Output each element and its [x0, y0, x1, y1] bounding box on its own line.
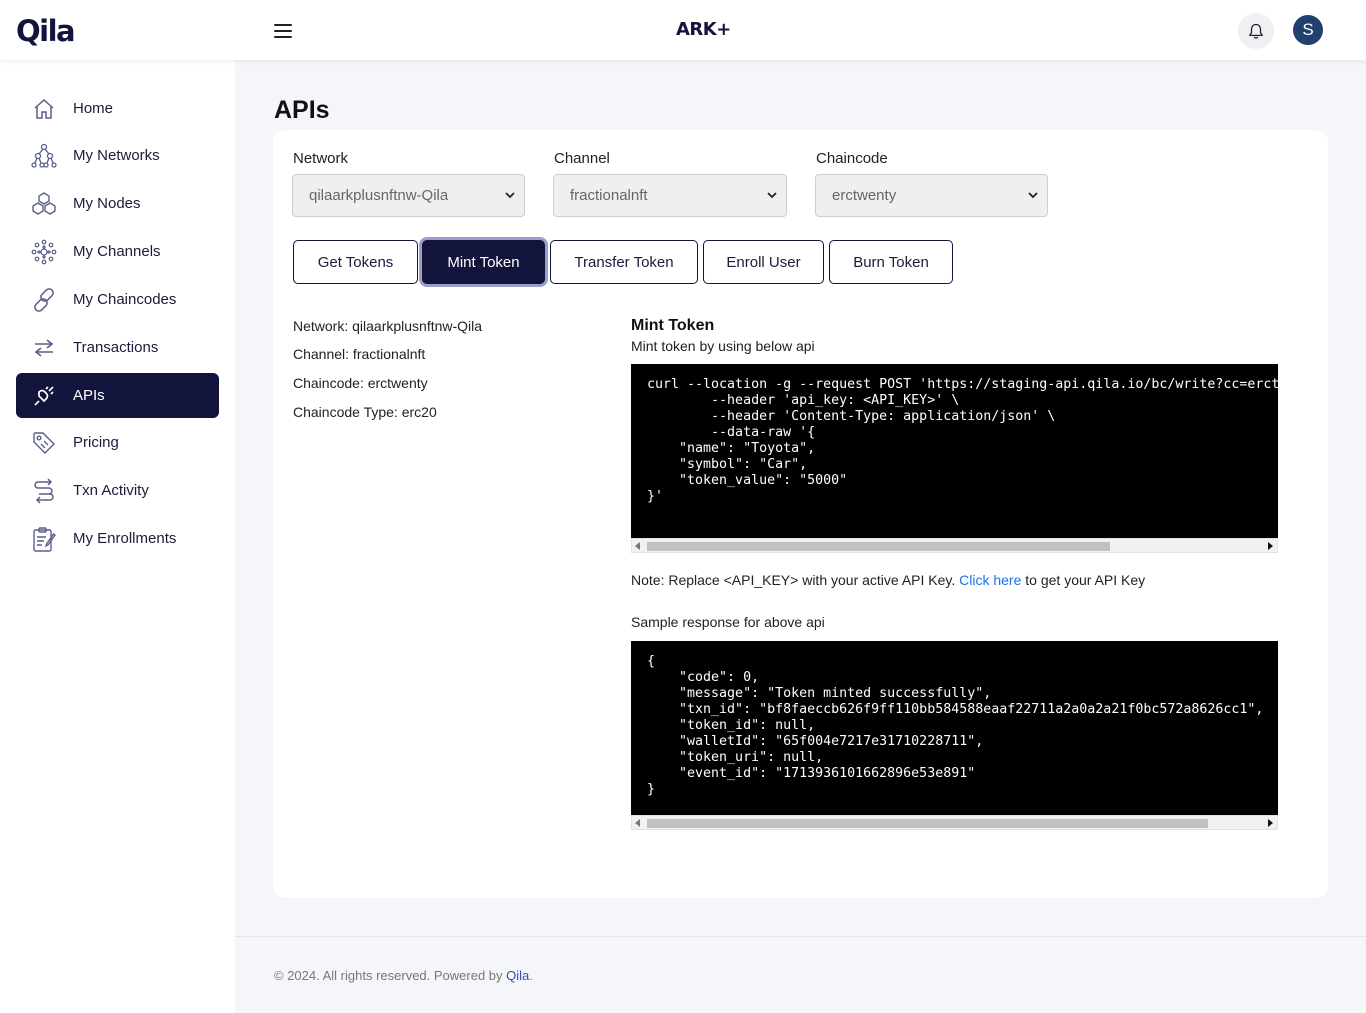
network-label: Network	[293, 150, 349, 167]
sidebar-item-my-networks[interactable]: My Networks	[16, 133, 219, 178]
mint-token-button[interactable]: Mint Token	[422, 240, 545, 284]
qila-logo[interactable]: Qila	[16, 15, 76, 47]
plug-icon	[30, 382, 58, 410]
sidebar-item-label: Pricing	[73, 434, 119, 451]
sidebar-item-label: Home	[73, 100, 114, 117]
info-chaincode-type: Chaincode Type: erc20	[293, 404, 437, 420]
response-code-block[interactable]: { "code": 0, "message": "Token minted su…	[631, 641, 1278, 815]
scroll-right-arrow-icon[interactable]	[1268, 542, 1273, 550]
request-code-scrollbar[interactable]	[631, 538, 1278, 553]
scrollbar-thumb[interactable]	[647, 819, 1208, 828]
chaincode-label: Chaincode	[816, 150, 888, 167]
sidebar-item-label: Transactions	[73, 339, 159, 356]
price-tag-icon	[30, 429, 58, 457]
user-avatar[interactable]: S	[1293, 15, 1323, 45]
chain-link-icon	[30, 286, 58, 314]
sidebar-item-label: Txn Activity	[73, 482, 149, 499]
clipboard-icon	[30, 525, 58, 553]
scroll-left-arrow-icon[interactable]	[635, 819, 640, 827]
activity-loop-icon	[30, 477, 58, 505]
chaincode-select[interactable]: erctwenty	[815, 174, 1048, 217]
home-icon	[30, 95, 58, 123]
info-channel: Channel: fractionalnft	[293, 346, 426, 362]
sidebar: Home My Networks My Nodes My Channels My…	[0, 60, 235, 1013]
sidebar-item-label: My Nodes	[73, 195, 141, 212]
api-key-note: Note: Replace <API_KEY> with your active…	[631, 572, 1145, 588]
info-chaincode: Chaincode: erctwenty	[293, 375, 428, 391]
chevron-down-icon	[1028, 192, 1038, 199]
sidebar-item-apis[interactable]: APIs	[16, 373, 219, 418]
info-network: Network: qilaarkplusnftnw-Qila	[293, 318, 483, 334]
api-title: Mint Token	[631, 317, 715, 334]
transfer-token-button[interactable]: Transfer Token	[550, 240, 698, 284]
chevron-down-icon	[767, 192, 777, 199]
api-subtitle: Mint token by using below api	[631, 338, 815, 354]
footer-text: © 2024. All rights reserved. Powered by	[274, 968, 503, 983]
nodes-icon	[30, 190, 58, 218]
request-code-block[interactable]: curl --location -g --request POST 'https…	[631, 364, 1278, 538]
get-api-key-link[interactable]: Click here	[959, 572, 1021, 588]
sidebar-item-pricing[interactable]: Pricing	[16, 420, 219, 465]
sidebar-item-label: My Networks	[73, 147, 160, 164]
scroll-right-arrow-icon[interactable]	[1268, 819, 1273, 827]
footer-qila-link[interactable]: Qila	[506, 968, 529, 983]
network-select-value: qilaarkplusnftnw-Qila	[309, 187, 449, 204]
network-select[interactable]: qilaarkplusnftnw-Qila	[292, 174, 525, 217]
burn-token-button[interactable]: Burn Token	[829, 240, 953, 284]
get-tokens-button[interactable]: Get Tokens	[293, 240, 418, 284]
sidebar-item-label: My Chaincodes	[73, 291, 177, 308]
ark-plus-logo: ARK+	[676, 19, 731, 40]
sidebar-item-my-enrollments[interactable]: My Enrollments	[16, 516, 219, 561]
sidebar-item-label: My Channels	[73, 243, 161, 260]
page-title: APIs	[274, 96, 330, 124]
channels-icon	[30, 238, 58, 266]
footer-end: .	[529, 968, 533, 983]
enroll-user-button[interactable]: Enroll User	[703, 240, 824, 284]
top-bar: Qila ARK+ S	[0, 0, 1366, 60]
channel-select-value: fractionalnft	[570, 187, 648, 204]
sidebar-item-home[interactable]: Home	[16, 86, 219, 131]
response-label: Sample response for above api	[631, 614, 825, 630]
footer-divider	[235, 936, 1366, 937]
note-suffix: to get your API Key	[1025, 572, 1146, 588]
chaincode-select-value: erctwenty	[832, 187, 897, 204]
sidebar-item-label: APIs	[73, 387, 105, 404]
network-icon	[30, 142, 58, 170]
note-prefix: Note: Replace <API_KEY> with your active…	[631, 572, 956, 588]
sidebar-item-txn-activity[interactable]: Txn Activity	[16, 468, 219, 513]
chevron-down-icon	[505, 192, 515, 199]
transfer-arrows-icon	[30, 334, 58, 362]
sidebar-item-my-chaincodes[interactable]: My Chaincodes	[16, 277, 219, 322]
response-code-scrollbar[interactable]	[631, 815, 1278, 830]
response-code-head: { "code": 0, "message": "Token minted su…	[647, 654, 1248, 717]
notification-bell-icon[interactable]	[1238, 13, 1274, 49]
channel-select[interactable]: fractionalnft	[553, 174, 787, 217]
sidebar-item-label: My Enrollments	[73, 530, 177, 547]
scrollbar-thumb[interactable]	[647, 542, 1110, 551]
channel-label: Channel	[554, 150, 610, 167]
menu-toggle-icon[interactable]	[274, 24, 292, 38]
sidebar-item-my-channels[interactable]: My Channels	[16, 229, 219, 274]
sidebar-item-transactions[interactable]: Transactions	[16, 325, 219, 370]
scroll-left-arrow-icon[interactable]	[635, 542, 640, 550]
sidebar-item-my-nodes[interactable]: My Nodes	[16, 181, 219, 226]
footer: © 2024. All rights reserved. Powered by …	[274, 968, 533, 983]
